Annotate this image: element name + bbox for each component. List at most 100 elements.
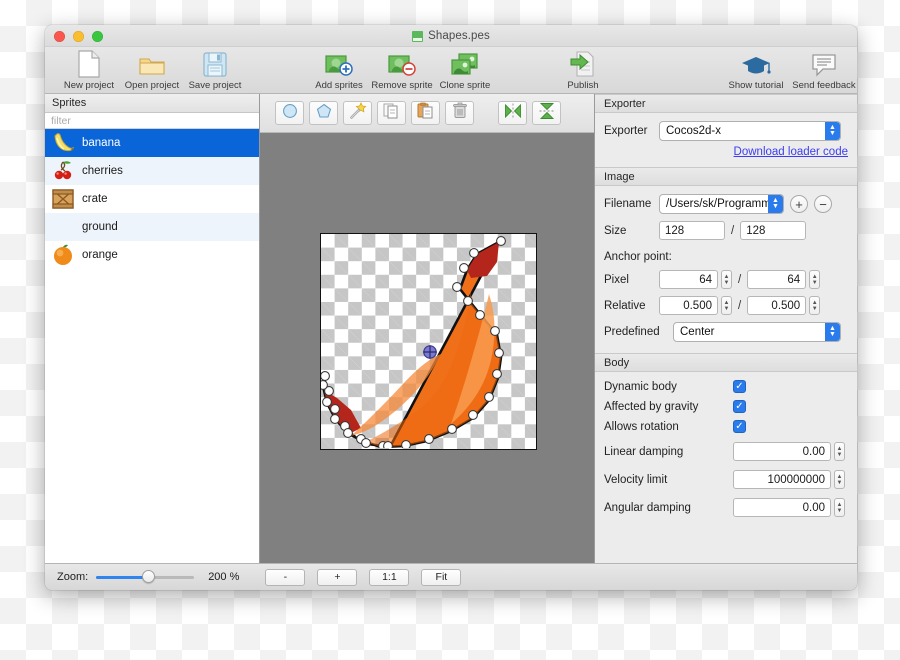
application-window: Shapes.pes New project Open project Save…	[45, 25, 857, 590]
anchor-relative-label: Relative	[604, 299, 646, 312]
remove-image-button[interactable]: −	[814, 195, 832, 213]
clone-sprite-button[interactable]: Clone sprite	[428, 50, 502, 91]
affected-by-gravity-label: Affected by gravity	[604, 400, 699, 413]
loader-link-row: Download loader code	[604, 146, 848, 158]
linear-damping-input[interactable]: 0.00	[733, 442, 831, 461]
send-feedback-button[interactable]: Send feedback	[787, 50, 857, 91]
slider-knob[interactable]	[142, 570, 156, 583]
toolbar-label: Show tutorial	[728, 80, 784, 91]
body-section-header: Body	[595, 353, 857, 372]
publish-icon	[569, 50, 597, 78]
main-content: Sprites filter banana cherries crate gro…	[45, 94, 857, 563]
orange-thumb	[51, 243, 75, 267]
anchor-relative-x-input[interactable]: 0.500	[659, 296, 718, 315]
sprites-panel-header: Sprites	[45, 94, 259, 113]
magic-wand-tool[interactable]	[343, 101, 372, 125]
zoom-bar: Zoom: 200 % - + 1:1 Fit	[45, 563, 857, 590]
allows-rotation-checkbox[interactable]: ✓	[733, 420, 746, 433]
filename-value: /Users/sk/Programm	[666, 198, 768, 210]
sprite-artboard[interactable]	[320, 233, 537, 450]
zoom-slider[interactable]	[96, 570, 195, 584]
zoom-out-button[interactable]: -	[265, 568, 306, 586]
angular-damping-input[interactable]: 0.00	[733, 498, 831, 517]
velocity-limit-stepper[interactable]: ▲ ▼	[834, 470, 845, 489]
toolbar-label: Send feedback	[792, 80, 856, 91]
sprite-list-item-ground[interactable]: ground	[45, 213, 259, 241]
sprite-list-item-orange[interactable]: orange	[45, 241, 259, 269]
affected-by-gravity-checkbox[interactable]: ✓	[733, 400, 746, 413]
velocity-limit-input[interactable]: 100000000	[733, 470, 831, 489]
anchor-pixel-y-stepper[interactable]: ▲ ▼	[809, 270, 821, 289]
image-section-body: Filename /Users/sk/Programm ▲ ▼ + − Size …	[595, 186, 857, 353]
paste-tool[interactable]	[411, 101, 440, 125]
dynamic-body-label: Dynamic body	[604, 380, 677, 393]
crate-thumb	[51, 187, 75, 211]
angular-damping-stepper[interactable]: ▲ ▼	[834, 498, 845, 517]
paste-icon	[417, 102, 434, 124]
velocity-limit-row: Velocity limit 100000000 ▲ ▼	[604, 470, 848, 489]
zoom-actual-size-button[interactable]: 1:1	[369, 568, 410, 586]
anchor-pixel-y-input[interactable]: 64	[747, 270, 807, 289]
sprite-list-item-banana[interactable]: banana	[45, 129, 259, 157]
dynamic-body-checkbox[interactable]: ✓	[733, 380, 746, 393]
linear-damping-row: Linear damping 0.00 ▲ ▼	[604, 442, 848, 461]
sprite-list: banana cherries crate ground orange	[45, 129, 259, 563]
mirror-horizontal-tool[interactable]	[498, 101, 527, 125]
delete-tool[interactable]	[445, 101, 474, 125]
download-loader-code-link[interactable]: Download loader code	[734, 146, 848, 158]
cherries-thumb	[51, 159, 75, 183]
size-height-input[interactable]: 128	[740, 221, 807, 240]
image-section-header: Image	[595, 167, 857, 186]
canvas-panel	[260, 94, 595, 563]
exporter-row: Exporter Cocos2d-x ▲ ▼	[604, 121, 848, 141]
add-image-button[interactable]: +	[790, 195, 808, 213]
collision-polygon[interactable]	[321, 234, 535, 448]
circle-icon	[282, 103, 298, 124]
sprite-list-item-cherries[interactable]: cherries	[45, 157, 259, 185]
sprite-list-item-crate[interactable]: crate	[45, 185, 259, 213]
sprite-filter-input[interactable]: filter	[45, 113, 259, 129]
copy-tool[interactable]	[377, 101, 406, 125]
polygon-shape-tool[interactable]	[309, 101, 338, 125]
exporter-select[interactable]: Cocos2d-x ▲ ▼	[659, 121, 841, 141]
anchor-pixel-x-input[interactable]: 64	[659, 270, 718, 289]
save-project-button[interactable]: Save project	[178, 50, 252, 91]
velocity-limit-label: Velocity limit	[604, 473, 668, 486]
anchor-relative-x-stepper[interactable]: ▲ ▼	[721, 296, 732, 315]
zoom-in-button[interactable]: +	[317, 568, 358, 586]
canvas-viewport[interactable]	[260, 133, 594, 563]
publish-button[interactable]: Publish	[546, 50, 620, 91]
show-tutorial-button[interactable]: Show tutorial	[719, 50, 793, 91]
flip-vertical-tool[interactable]	[532, 101, 561, 125]
exporter-section-header: Exporter	[595, 94, 857, 113]
exporter-value: Cocos2d-x	[666, 125, 721, 137]
anchor-relative-y-input[interactable]: 0.500	[747, 296, 807, 315]
linear-damping-stepper[interactable]: ▲ ▼	[834, 442, 845, 461]
slider-fill	[96, 576, 149, 579]
filename-select[interactable]: /Users/sk/Programm ▲ ▼	[659, 194, 784, 214]
exporter-section-body: Exporter Cocos2d-x ▲ ▼ Download loader co…	[595, 113, 857, 167]
inspector-panel: Exporter Exporter Cocos2d-x ▲ ▼ Download …	[595, 94, 857, 563]
affected-by-gravity-row: Affected by gravity ✓	[604, 400, 848, 413]
sprites-panel: Sprites filter banana cherries crate gro…	[45, 94, 260, 563]
canvas-toolbar	[260, 94, 594, 133]
circle-shape-tool[interactable]	[275, 101, 304, 125]
title-group: Shapes.pes	[45, 25, 857, 47]
copy-icon	[383, 102, 400, 124]
add-sprite-icon	[324, 50, 354, 78]
zoom-fit-button[interactable]: Fit	[421, 568, 462, 586]
anchor-point-title: Anchor point:	[604, 251, 672, 263]
size-width-input[interactable]: 128	[659, 221, 725, 240]
sprite-name: banana	[82, 137, 121, 149]
anchor-pixel-x-stepper[interactable]: ▲ ▼	[721, 270, 732, 289]
exporter-label: Exporter	[604, 125, 648, 137]
toolbar-label: Save project	[188, 80, 242, 91]
anchor-predefined-select[interactable]: Center ▲ ▼	[673, 322, 841, 342]
clone-sprite-icon	[450, 50, 480, 78]
anchor-relative-row: Relative 0.500 ▲ ▼ / 0.500 ▲ ▼	[604, 296, 848, 315]
anchor-pixel-label: Pixel	[604, 273, 629, 286]
toolbar-label: Publish	[567, 80, 599, 91]
anchor-relative-y-stepper[interactable]: ▲ ▼	[809, 296, 821, 315]
main-toolbar: New project Open project Save project Ad…	[45, 47, 857, 94]
anchor-relative-separator: /	[738, 299, 742, 312]
